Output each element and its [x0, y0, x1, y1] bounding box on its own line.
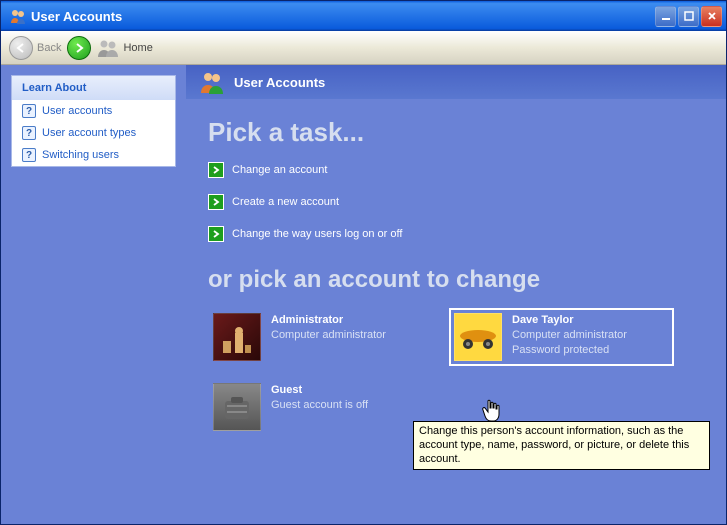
back-button: Back — [9, 36, 61, 60]
account-info: Administrator Computer administrator — [271, 313, 386, 361]
account-picture — [213, 313, 261, 361]
learn-item-label: User accounts — [42, 105, 112, 117]
window-title: User Accounts — [31, 9, 655, 24]
account-info: Dave Taylor Computer administrator Passw… — [512, 313, 627, 361]
account-guest[interactable]: Guest Guest account is off — [208, 378, 433, 436]
forward-button[interactable] — [67, 36, 91, 60]
task-label: Create a new account — [232, 196, 339, 208]
back-arrow-icon — [9, 36, 33, 60]
users-icon — [10, 8, 26, 24]
task-change-logon[interactable]: Change the way users log on or off — [208, 226, 704, 242]
home-label: Home — [123, 42, 152, 54]
account-name: Guest — [271, 383, 368, 398]
pick-task-heading: Pick a task... — [208, 117, 704, 148]
task-list: Change an account Create a new account C… — [208, 162, 704, 242]
users-header-icon — [200, 70, 224, 94]
sidebar: Learn About ? User accounts ? User accou… — [1, 65, 186, 524]
help-icon: ? — [22, 126, 36, 140]
account-name: Administrator — [271, 313, 386, 328]
people-icon — [97, 39, 119, 57]
help-icon: ? — [22, 148, 36, 162]
learn-about-heading: Learn About — [12, 76, 175, 100]
task-change-account[interactable]: Change an account — [208, 162, 704, 178]
minimize-button[interactable] — [655, 6, 676, 27]
home-button[interactable]: Home — [97, 39, 152, 57]
account-status: Password protected — [512, 343, 627, 358]
task-label: Change an account — [232, 164, 327, 176]
close-button[interactable] — [701, 6, 722, 27]
go-arrow-icon — [208, 226, 224, 242]
account-picture — [454, 313, 502, 361]
help-icon: ? — [22, 104, 36, 118]
back-label: Back — [37, 42, 61, 54]
learn-item-switching-users[interactable]: ? Switching users — [12, 144, 175, 166]
maximize-button[interactable] — [678, 6, 699, 27]
go-arrow-icon — [208, 194, 224, 210]
account-dave-taylor[interactable]: Dave Taylor Computer administrator Passw… — [449, 308, 674, 366]
account-type: Computer administrator — [271, 328, 386, 343]
pick-account-heading: or pick an account to change — [208, 266, 704, 294]
account-status: Guest account is off — [271, 398, 368, 413]
main-header: User Accounts — [186, 65, 726, 99]
learn-item-user-accounts[interactable]: ? User accounts — [12, 100, 175, 122]
task-create-account[interactable]: Create a new account — [208, 194, 704, 210]
task-label: Change the way users log on or off — [232, 228, 402, 240]
account-name: Dave Taylor — [512, 313, 627, 328]
toolbar: Back Home — [1, 31, 726, 65]
main-header-title: User Accounts — [234, 75, 325, 90]
account-administrator[interactable]: Administrator Computer administrator — [208, 308, 433, 366]
learn-about-panel: Learn About ? User accounts ? User accou… — [11, 75, 176, 167]
account-picture — [213, 383, 261, 431]
account-list: Administrator Computer administrator Dav… — [208, 308, 704, 436]
learn-item-label: Switching users — [42, 149, 119, 161]
tooltip: Change this person's account information… — [413, 421, 710, 470]
hand-cursor-icon — [482, 399, 502, 423]
window-buttons — [655, 6, 722, 27]
account-type: Computer administrator — [512, 328, 627, 343]
learn-item-user-account-types[interactable]: ? User account types — [12, 122, 175, 144]
go-arrow-icon — [208, 162, 224, 178]
account-info: Guest Guest account is off — [271, 383, 368, 431]
titlebar: User Accounts — [1, 1, 726, 31]
learn-item-label: User account types — [42, 127, 136, 139]
